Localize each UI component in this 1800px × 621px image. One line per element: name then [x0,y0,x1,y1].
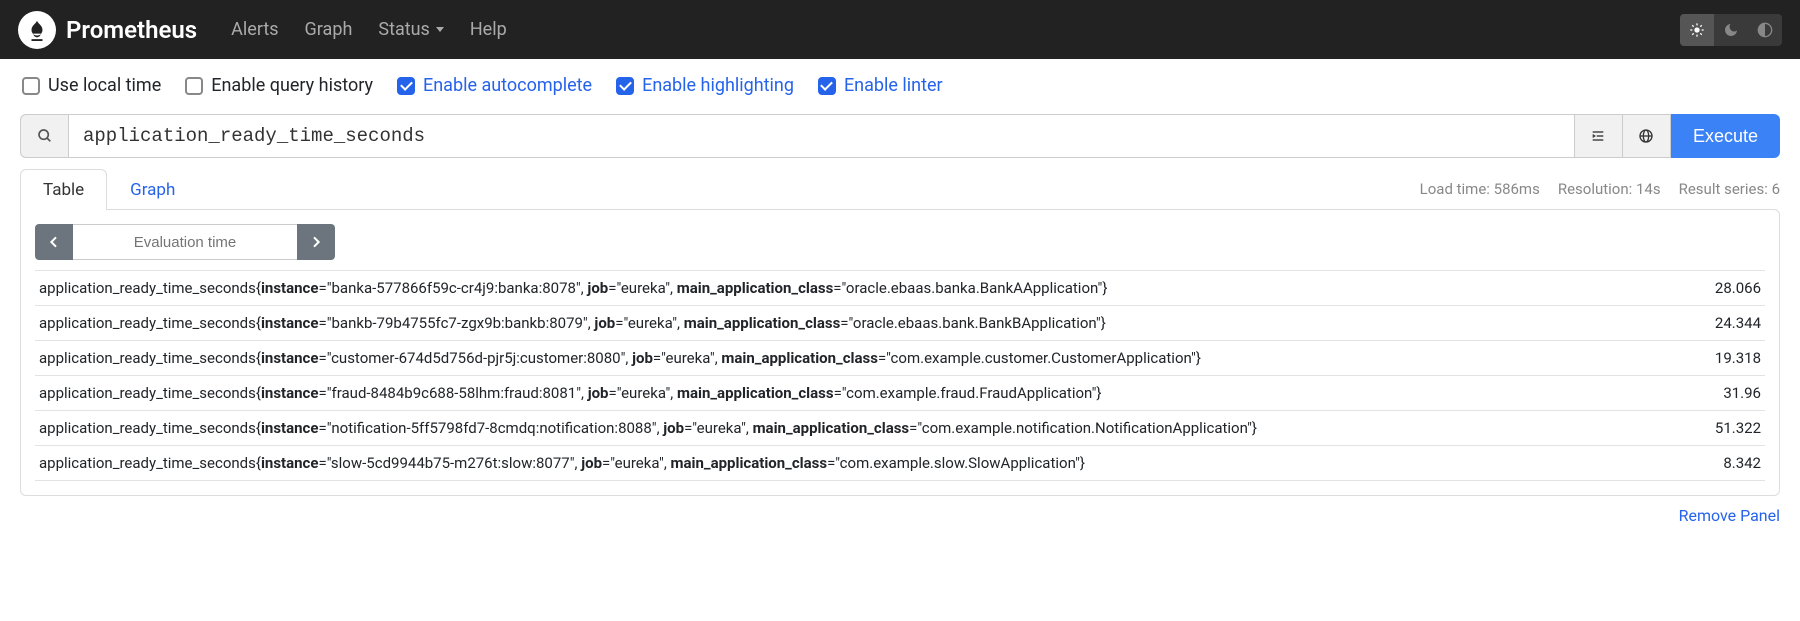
value-cell: 28.066 [1692,271,1765,306]
sun-icon [1689,22,1705,38]
chevron-down-icon [436,27,444,32]
table-row: application_ready_time_seconds{instance=… [35,411,1765,446]
moon-icon [1723,22,1739,38]
nav-help[interactable]: Help [470,19,507,40]
table-row: application_ready_time_seconds{instance=… [35,341,1765,376]
value-cell: 31.96 [1692,376,1765,411]
highlighting-checkbox[interactable] [616,77,634,95]
metric-cell: application_ready_time_seconds{instance=… [35,446,1692,481]
table-row: application_ready_time_seconds{instance=… [35,271,1765,306]
linter-label: Enable linter [844,75,943,96]
brand-title: Prometheus [66,16,197,44]
eval-time-row [35,224,1765,260]
nav-links: Alerts Graph Status Help [231,19,507,40]
chevron-left-icon [46,234,62,250]
query-history-checkbox[interactable] [185,77,203,95]
stat-resolution: Resolution: 14s [1558,180,1661,198]
theme-contrast-button[interactable] [1748,14,1782,46]
value-cell: 8.342 [1692,446,1765,481]
metrics-explorer-button[interactable] [1623,114,1671,158]
navbar-left: Prometheus Alerts Graph Status Help [18,11,507,49]
search-icon [37,128,53,144]
chevron-right-icon [308,234,324,250]
stat-series: Result series: 6 [1679,180,1780,198]
theme-toggle [1680,14,1782,46]
nav-status-label: Status [378,19,429,40]
query-history-label: Enable query history [211,75,373,96]
flame-icon [26,19,48,41]
autocomplete-label: Enable autocomplete [423,75,592,96]
format-button[interactable] [1575,114,1623,158]
tabs: Table Graph [20,168,198,209]
tab-table[interactable]: Table [20,169,107,210]
results-panel: application_ready_time_seconds{instance=… [20,209,1780,496]
linter-checkbox[interactable] [818,77,836,95]
tab-graph[interactable]: Graph [107,169,198,210]
metric-cell: application_ready_time_seconds{instance=… [35,411,1692,446]
metric-cell: application_ready_time_seconds{instance=… [35,306,1692,341]
globe-icon [1638,128,1654,144]
tabs-row: Table Graph Load time: 586ms Resolution:… [20,168,1780,209]
eval-prev-button[interactable] [35,224,73,260]
option-query-history[interactable]: Enable query history [185,75,373,96]
metric-cell: application_ready_time_seconds{instance=… [35,271,1692,306]
search-icon-box [20,114,68,158]
nav-alerts[interactable]: Alerts [231,19,278,40]
remove-panel-link[interactable]: Remove Panel [1679,506,1780,525]
value-cell: 51.322 [1692,411,1765,446]
metric-cell: application_ready_time_seconds{instance=… [35,341,1692,376]
remove-panel-row: Remove Panel [20,506,1780,525]
table-row: application_ready_time_seconds{instance=… [35,446,1765,481]
autocomplete-checkbox[interactable] [397,77,415,95]
stat-load-time: Load time: 586ms [1420,180,1540,198]
option-linter[interactable]: Enable linter [818,75,943,96]
option-local-time[interactable]: Use local time [22,75,161,96]
value-cell: 19.318 [1692,341,1765,376]
nav-status[interactable]: Status [378,19,443,40]
results-table: application_ready_time_seconds{instance=… [35,270,1765,481]
eval-time-input[interactable] [73,224,297,260]
nav-graph[interactable]: Graph [305,19,353,40]
local-time-checkbox[interactable] [22,77,40,95]
option-autocomplete[interactable]: Enable autocomplete [397,75,592,96]
query-input[interactable] [68,114,1575,158]
metric-cell: application_ready_time_seconds{instance=… [35,376,1692,411]
execute-button[interactable]: Execute [1671,114,1780,158]
local-time-label: Use local time [48,75,161,96]
indent-icon [1590,128,1606,144]
eval-next-button[interactable] [297,224,335,260]
value-cell: 24.344 [1692,306,1765,341]
navbar: Prometheus Alerts Graph Status Help [0,0,1800,59]
highlighting-label: Enable highlighting [642,75,794,96]
query-row: Execute [20,114,1780,158]
query-options: Use local time Enable query history Enab… [0,59,1800,108]
query-stats: Load time: 586ms Resolution: 14s Result … [1420,180,1780,198]
table-row: application_ready_time_seconds{instance=… [35,376,1765,411]
prometheus-logo [18,11,56,49]
table-row: application_ready_time_seconds{instance=… [35,306,1765,341]
option-highlighting[interactable]: Enable highlighting [616,75,794,96]
theme-dark-button[interactable] [1714,14,1748,46]
theme-light-button[interactable] [1680,14,1714,46]
contrast-icon [1757,22,1773,38]
